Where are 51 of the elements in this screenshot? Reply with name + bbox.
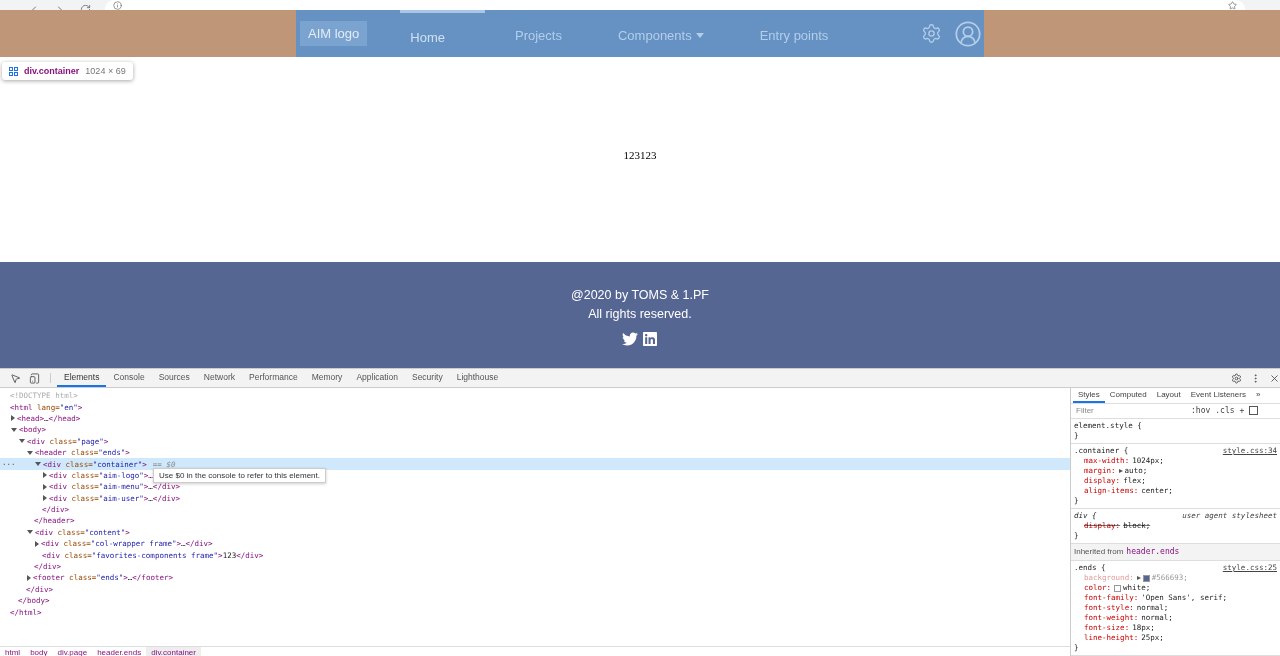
footer-text: All rights reserved. <box>588 306 692 323</box>
info-icon[interactable] <box>113 1 122 10</box>
linkedin-icon[interactable] <box>642 331 658 347</box>
devtools-tab[interactable]: Network <box>196 369 242 387</box>
devtools-tab[interactable]: Sources <box>151 369 197 387</box>
disclosure-triangle-icon[interactable] <box>19 439 25 444</box>
breadcrumb-link[interactable]: div.container <box>146 647 201 656</box>
disclosure-triangle-icon[interactable] <box>11 427 17 432</box>
disclosure-triangle-icon[interactable] <box>27 574 31 581</box>
disclosure-triangle-icon[interactable] <box>43 483 47 490</box>
disclosure-triangle-icon[interactable] <box>27 450 33 455</box>
inherited-label: Inherited from <box>1074 546 1124 558</box>
hint-tooltip: Use $0 in the console to refer to this element. <box>153 468 326 483</box>
more-tabs-button[interactable]: » <box>1250 388 1266 403</box>
grid-icon <box>9 66 18 76</box>
new-rule-button[interactable]: + <box>1239 406 1245 416</box>
inherited-element-link[interactable]: header.ends <box>1126 546 1180 558</box>
class-toggle[interactable]: .cls <box>1215 406 1235 416</box>
devtools-tab[interactable]: Security <box>404 369 450 387</box>
sidebar-toggle-icon[interactable] <box>1249 406 1259 416</box>
styles-tab[interactable]: Event Listeners <box>1185 388 1251 403</box>
styles-tab[interactable]: Computed <box>1104 388 1152 403</box>
expand-triangle-icon[interactable] <box>1118 469 1123 473</box>
color-swatch[interactable] <box>1142 574 1150 582</box>
element-size: 1024 × 69 <box>85 66 126 76</box>
styles-tab[interactable]: Layout <box>1151 388 1186 403</box>
disclosure-triangle-icon[interactable] <box>35 462 41 467</box>
devtools-tab[interactable]: Memory <box>304 369 350 387</box>
disclosure-triangle-icon[interactable] <box>43 495 47 502</box>
hover-state-toggle[interactable]: :hov <box>1191 406 1211 416</box>
styles-tab[interactable]: Styles <box>1073 388 1105 403</box>
disclosure-triangle-icon[interactable] <box>27 530 33 535</box>
breadcrumb-link[interactable]: body <box>25 647 53 656</box>
twitter-bird-icon[interactable] <box>622 331 638 347</box>
devtools-tab[interactable]: Elements <box>57 369 107 387</box>
devtools-tab[interactable]: Application <box>349 369 405 387</box>
footer-text: @2020 by TOMS & 1.PF <box>571 287 709 304</box>
breadcrumb-link[interactable]: header.ends <box>92 647 147 656</box>
disclosure-triangle-icon[interactable] <box>35 540 39 547</box>
devtools-tab[interactable]: Performance <box>242 369 305 387</box>
color-swatch[interactable] <box>1114 584 1122 592</box>
disclosure-triangle-icon[interactable] <box>43 472 47 479</box>
breadcrumb-link[interactable]: div.page <box>52 647 93 656</box>
caret-icon <box>695 32 704 38</box>
star-icon[interactable] <box>1228 1 1237 10</box>
disclosure-triangle-icon[interactable] <box>11 415 15 422</box>
devtools-tab[interactable]: Console <box>106 369 152 387</box>
breadcrumb-link[interactable]: html <box>0 647 26 656</box>
content-text: 123123 <box>623 148 657 161</box>
element-name: div.container <box>24 66 80 76</box>
devtools-tab[interactable]: Lighthouse <box>449 369 506 387</box>
